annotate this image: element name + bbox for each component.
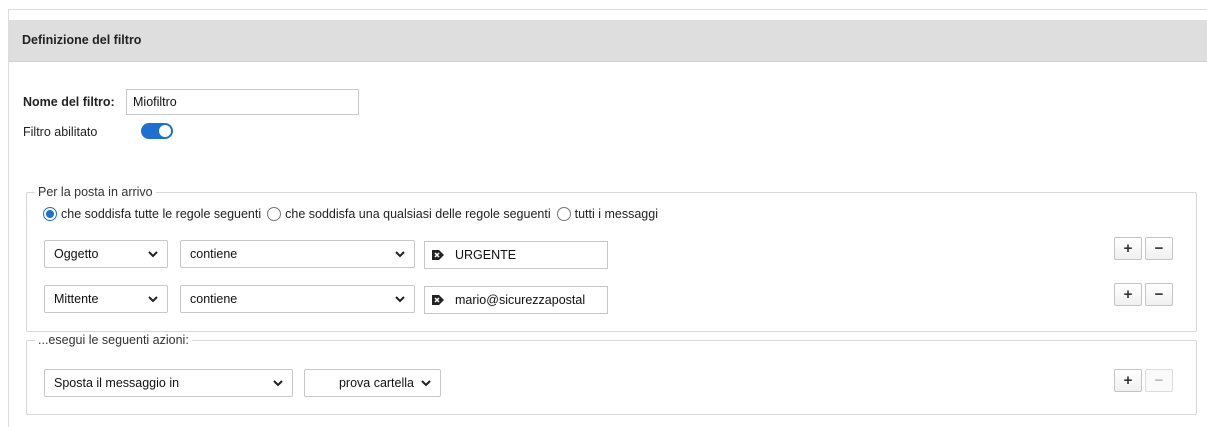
add-rule-button[interactable]: + [1114, 283, 1142, 306]
add-action-button[interactable]: + [1114, 369, 1142, 392]
match-all-label: che soddisfa tutte le regole seguenti [61, 207, 262, 221]
match-all-option[interactable]: che soddisfa tutte le regole seguenti [43, 207, 261, 221]
chevron-down-icon [148, 296, 158, 303]
rule-value-text: mario@sicurezzapostal [455, 293, 586, 307]
radio-button[interactable] [43, 207, 57, 221]
filter-name-label: Nome del filtro: [23, 95, 115, 109]
rule-operator-value: contiene [190, 292, 238, 306]
rule-value-input[interactable]: URGENTE [424, 241, 608, 269]
chevron-down-icon [395, 296, 405, 303]
rule-field-value: Mittente [54, 292, 99, 306]
tag-icon [432, 250, 444, 260]
target-folder-select[interactable]: prova cartella [304, 369, 441, 397]
rule-value-input[interactable]: mario@sicurezzapostal [424, 286, 608, 314]
match-any-option[interactable]: che soddisfa una qualsiasi delle regole … [267, 207, 551, 221]
rule-field-select[interactable]: Mittente [44, 285, 168, 313]
match-all-messages-label: tutti i messaggi [574, 207, 658, 221]
filter-name-input[interactable]: Miofiltro [126, 89, 359, 115]
action-type-select[interactable]: Sposta il messaggio in [44, 369, 293, 397]
add-rule-button[interactable]: + [1114, 237, 1142, 260]
remove-rule-button[interactable]: − [1145, 283, 1173, 306]
panel-title: Definizione del filtro [22, 33, 142, 47]
chevron-down-icon [148, 251, 158, 258]
action-type-value: Sposta il messaggio in [54, 376, 180, 390]
radio-button[interactable] [556, 207, 571, 221]
radio-button[interactable] [267, 207, 282, 221]
remove-rule-button[interactable]: − [1145, 237, 1173, 260]
tag-icon [432, 295, 444, 305]
rule-field-select[interactable]: Oggetto [44, 240, 168, 268]
rule-operator-select[interactable]: contiene [180, 240, 415, 268]
remove-action-button[interactable]: − [1145, 369, 1173, 392]
panel-header: Definizione del filtro [9, 20, 1207, 62]
chevron-down-icon [395, 251, 405, 258]
chevron-down-icon [421, 380, 431, 387]
chevron-down-icon [273, 380, 283, 387]
target-folder-value: prova cartella [338, 376, 414, 390]
match-any-label: che soddisfa una qualsiasi delle regole … [285, 207, 551, 221]
actions-legend: ...esegui le seguenti azioni: [38, 333, 189, 347]
toggle-knob [159, 125, 171, 137]
rule-value-text: URGENTE [455, 248, 517, 262]
rule-operator-select[interactable]: contiene [180, 285, 415, 313]
filter-enabled-label: Filtro abilitato [23, 125, 98, 139]
filter-enabled-toggle[interactable] [141, 123, 173, 139]
match-all-messages-option[interactable]: tutti i messaggi [556, 207, 658, 221]
rule-operator-value: contiene [190, 247, 238, 261]
rule-field-value: Oggetto [54, 247, 99, 261]
match-mode-radio-group: che soddisfa tutte le regole seguenti ch… [43, 207, 664, 221]
incoming-rules-legend: Per la posta in arrivo [38, 185, 153, 199]
